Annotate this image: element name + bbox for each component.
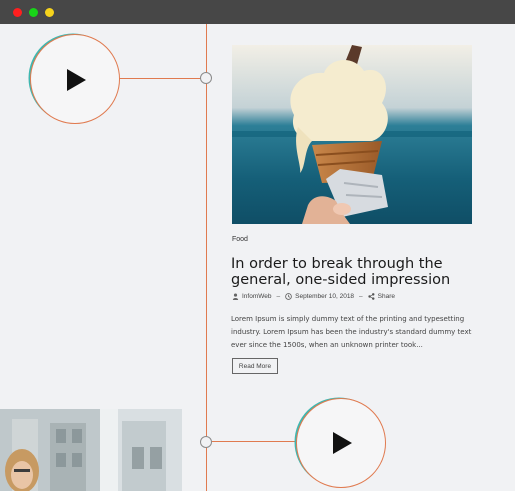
meta-separator: – xyxy=(276,293,281,300)
share-icon[interactable] xyxy=(368,293,375,300)
timeline-node-top xyxy=(200,72,212,84)
post-featured-image[interactable] xyxy=(232,45,472,224)
post-excerpt: Lorem Ipsum is simply dummy text of the … xyxy=(231,315,472,349)
close-window-button[interactable] xyxy=(13,8,22,17)
post-title[interactable]: In order to break through the general, o… xyxy=(231,256,481,288)
window-titlebar xyxy=(0,0,515,24)
share-link[interactable]: Share xyxy=(378,293,395,300)
play-video-button-top[interactable] xyxy=(30,34,120,124)
play-video-button-bottom[interactable] xyxy=(296,398,386,488)
user-icon xyxy=(232,293,239,300)
timeline-connector-bottom xyxy=(212,441,296,442)
post-date: September 10, 2018 xyxy=(295,293,355,300)
play-icon xyxy=(67,69,86,91)
timeline-connector-top xyxy=(118,78,202,79)
post-meta: InfomWeb – September 10, 2018 – Share xyxy=(232,293,395,300)
minimize-window-button[interactable] xyxy=(45,8,54,17)
post-category[interactable]: Food xyxy=(232,236,248,243)
post-image-bottom[interactable] xyxy=(0,409,182,491)
clock-icon xyxy=(285,293,292,300)
play-icon xyxy=(333,432,352,454)
read-more-button[interactable]: Read More xyxy=(232,358,278,374)
meta-separator: – xyxy=(359,293,363,300)
timeline-line xyxy=(206,24,207,491)
timeline-node-bottom xyxy=(200,436,212,448)
maximize-window-button[interactable] xyxy=(29,8,38,17)
post-author[interactable]: InfomWeb xyxy=(242,293,272,300)
